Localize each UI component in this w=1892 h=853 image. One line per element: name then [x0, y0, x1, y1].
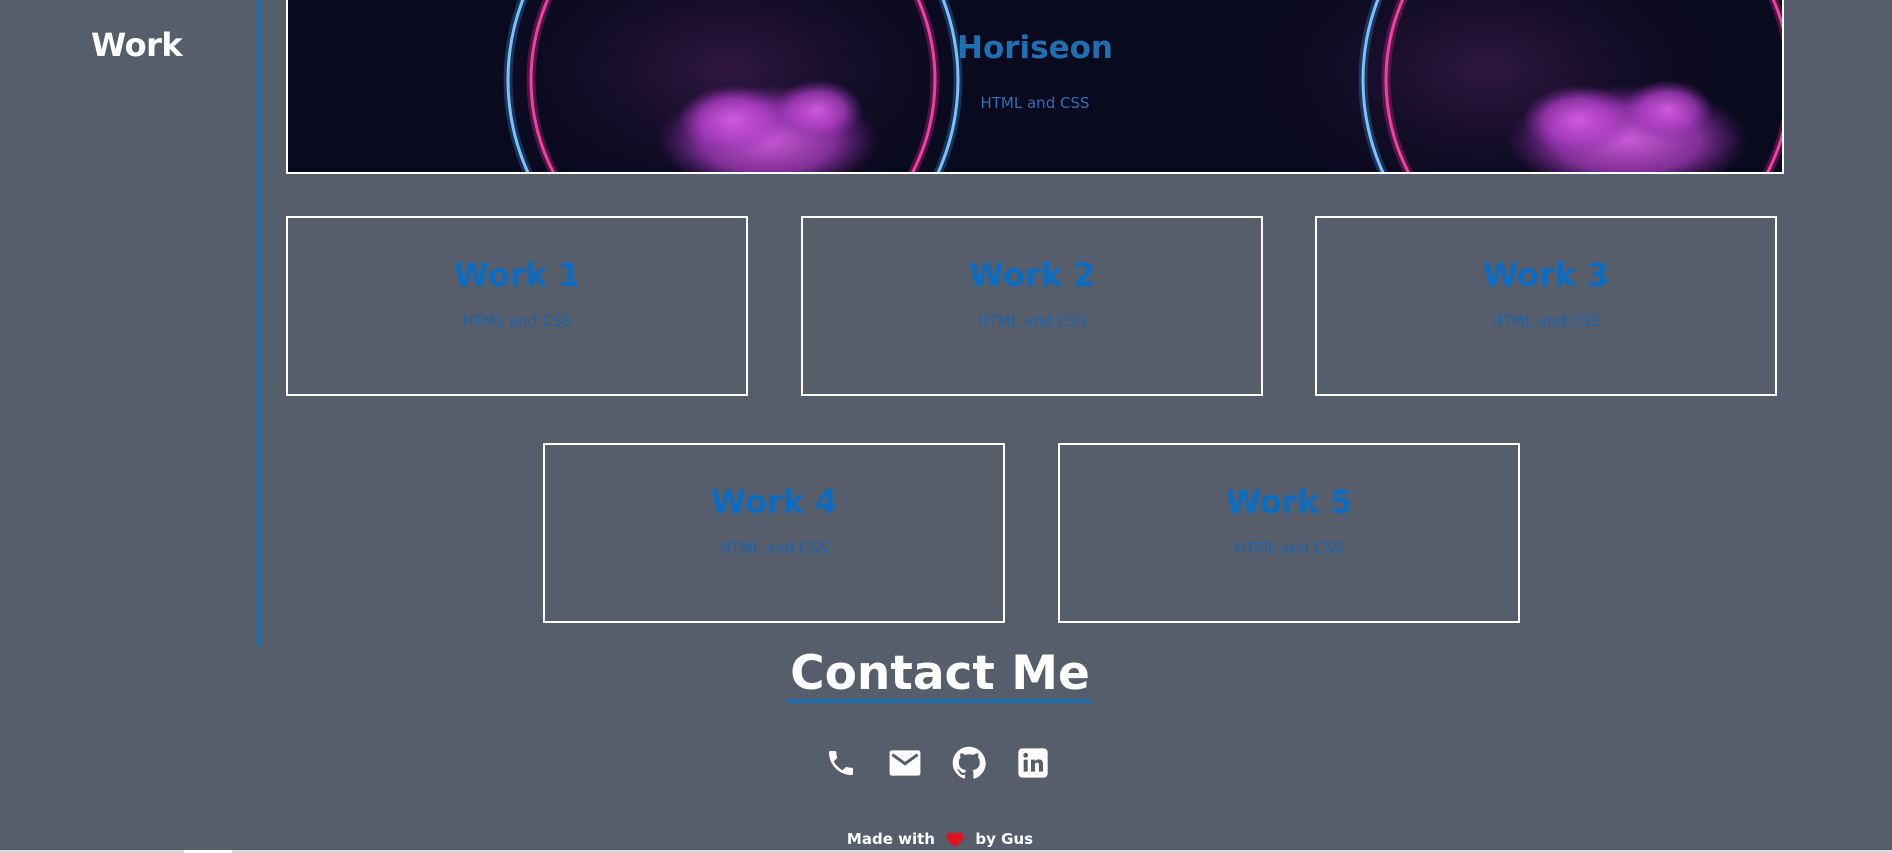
vertical-divider: [258, 0, 261, 646]
phone-icon[interactable]: [824, 746, 858, 780]
work-card-subtitle: HTML and CSS: [719, 539, 829, 557]
work-section-title: Work: [91, 26, 183, 64]
footer-made-with: Made with: [846, 830, 935, 848]
horiseon-hero-card[interactable]: Horiseon HTML and CSS: [286, 0, 1784, 174]
footer: Made with by Gus: [0, 830, 1880, 851]
work-card-5[interactable]: Work 5 HTML and CSS: [1058, 443, 1520, 623]
work-card-title: Work 3: [1482, 256, 1610, 294]
work-card-title: Work 5: [1225, 483, 1353, 521]
contact-heading-text: Contact Me: [788, 646, 1092, 703]
work-card-2[interactable]: Work 2 HTML and CSS: [801, 216, 1263, 396]
work-card-title: Work 2: [968, 256, 1096, 294]
hero-title: Horiseon: [957, 30, 1113, 66]
work-card-subtitle: HTML and CSS: [462, 312, 572, 330]
contact-heading: Contact Me: [0, 646, 1880, 703]
work-card-title: Work 1: [453, 256, 581, 294]
work-card-title: Work 4: [710, 483, 838, 521]
work-card-subtitle: HTML and CSS: [977, 312, 1087, 330]
contact-icons: [824, 746, 1050, 780]
work-card-1[interactable]: Work 1 HTML and CSS: [286, 216, 748, 396]
neon-rings-image: [288, 0, 1782, 172]
work-card-subtitle: HTML and CSS: [1491, 312, 1601, 330]
github-icon[interactable]: [952, 746, 986, 780]
email-icon[interactable]: [888, 746, 922, 780]
hero-subtitle: HTML and CSS: [980, 94, 1090, 112]
footer-by: by Gus: [975, 830, 1034, 848]
heart-icon: [946, 831, 964, 851]
linkedin-icon[interactable]: [1016, 746, 1050, 780]
work-card-3[interactable]: Work 3 HTML and CSS: [1315, 216, 1777, 396]
work-card-4[interactable]: Work 4 HTML and CSS: [543, 443, 1005, 623]
work-card-subtitle: HTML and CSS: [1234, 539, 1344, 557]
